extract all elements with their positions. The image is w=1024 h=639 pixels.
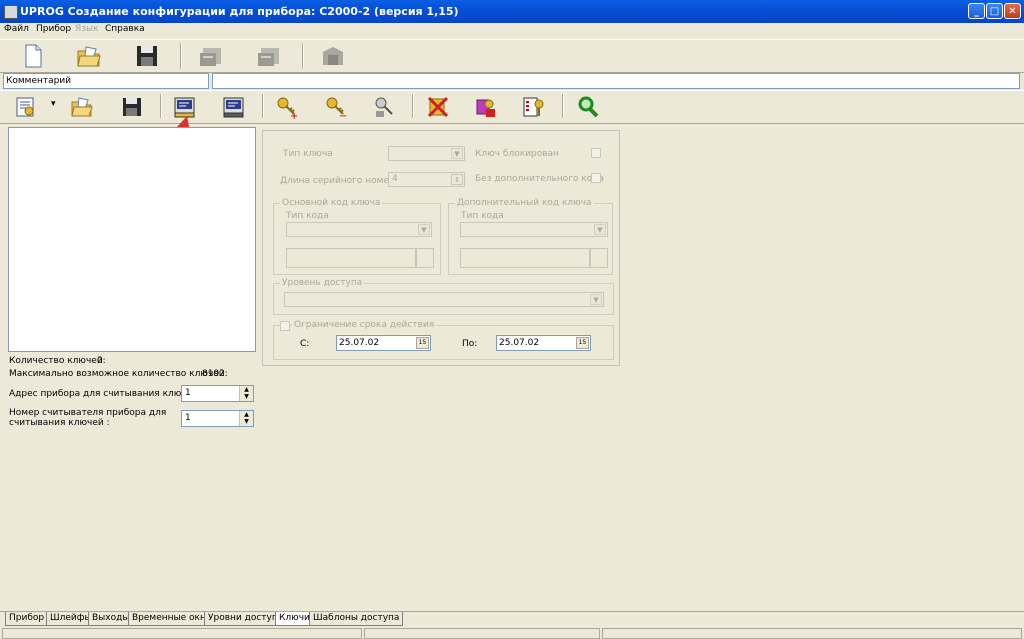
device-address-spinner[interactable]: 1 ▲ ▼ (181, 385, 254, 402)
find-key-icon[interactable] (372, 95, 396, 119)
key-templates-icon[interactable] (474, 95, 498, 119)
device-address-label: Адрес прибора для считывания ключей : (9, 389, 204, 399)
date-from-label: С: (300, 339, 310, 349)
chevron-down-icon: ▼ (594, 224, 606, 235)
status-panel-1 (2, 628, 362, 639)
extra-code-group: Дополнительный код ключа Тип кода ▼ (448, 198, 613, 275)
menu-bar: Файл Прибор Язык Справка (0, 23, 1024, 38)
extra-code-browse-button (590, 248, 608, 268)
extra-code-group-title: Дополнительный код ключа (455, 198, 594, 208)
calendar-icon[interactable]: 15 (576, 337, 589, 349)
tab-time-windows[interactable]: Временные окна (128, 612, 216, 626)
main-toolbar (0, 39, 1024, 73)
comment-row: Комментарий (0, 72, 1024, 90)
spinner-arrows-icon[interactable]: ▲ ▼ (239, 411, 253, 426)
date-to-label: По: (462, 339, 478, 349)
key-settings-icon[interactable] (14, 95, 38, 119)
device-address-value: 1 (185, 388, 191, 398)
max-keys-value: 8192 (202, 369, 225, 379)
write-keys-to-device-icon[interactable] (222, 95, 246, 119)
extra-code-type-select: ▼ (460, 222, 608, 237)
minimize-button[interactable]: _ (968, 3, 985, 19)
add-key-icon[interactable]: + (275, 95, 299, 122)
date-to-picker[interactable]: 25.07.02 15 (496, 335, 591, 351)
window-title: UPROG Создание конфигурации для прибора:… (20, 5, 459, 18)
serial-length-spinner: 4 ⇕ (388, 172, 465, 187)
menu-device[interactable]: Прибор (36, 24, 71, 34)
key-type-select: ▼ (388, 146, 465, 161)
tab-access-templates[interactable]: Шаблоны доступа (309, 612, 404, 626)
expiry-group: Ограничение срока действия С: 25.07.02 1… (273, 320, 614, 360)
reader-number-spinner[interactable]: 1 ▲ ▼ (181, 410, 254, 427)
no-extra-code-checkbox (591, 173, 601, 183)
key-blocked-label: Ключ блокирован (475, 149, 559, 159)
spinner-arrows-icon[interactable]: ▲ ▼ (239, 386, 253, 401)
svg-text:−: − (339, 111, 347, 119)
new-file-icon[interactable] (20, 43, 46, 69)
main-code-group: Основной код ключа Тип кода ▼ (273, 198, 441, 275)
comment-label: Комментарий (6, 76, 72, 86)
title-bar: UPROG Создание конфигурации для прибора:… (0, 0, 1024, 23)
access-level-group-title: Уровень доступа (280, 278, 365, 288)
key-properties-panel: Тип ключа ▼ Ключ блокирован Длина серийн… (262, 130, 620, 366)
key-blocked-checkbox (591, 148, 601, 158)
serial-length-value: 4 (392, 174, 398, 184)
main-code-input (286, 248, 416, 268)
menu-language: Язык (75, 24, 99, 34)
status-panel-2 (364, 628, 600, 639)
max-keys-label: Максимально возможное количество ключей: (9, 369, 228, 379)
no-extra-code-label: Без дополнительного кода (475, 174, 604, 184)
delete-key-icon[interactable]: − (324, 95, 348, 122)
reader-number-label-1: Номер считывателя прибора для (9, 408, 167, 418)
device-icon (320, 43, 346, 69)
key-count-label: Количество ключей: (9, 356, 106, 366)
write-config-icon (256, 43, 282, 69)
main-code-type-label: Тип кода (286, 211, 329, 221)
date-from-picker[interactable]: 25.07.02 15 (336, 335, 431, 351)
maximize-button[interactable]: □ (986, 3, 1003, 19)
tab-outputs[interactable]: Выходы (88, 612, 134, 626)
chevron-down-icon: ▼ (590, 294, 602, 305)
calendar-icon[interactable]: 15 (416, 337, 429, 349)
expiry-checkbox (280, 321, 290, 331)
main-code-type-select: ▼ (286, 222, 432, 237)
tab-bar: Прибор Шлейфы Выходы Временные окна Уров… (0, 611, 1024, 628)
status-bar (0, 627, 1024, 639)
reader-number-label-2: считывания ключей : (9, 418, 110, 428)
extra-code-input (460, 248, 590, 268)
app-icon (4, 5, 18, 19)
chevron-down-icon: ▼ (451, 148, 463, 159)
chevron-down-icon: ▼ (418, 224, 430, 235)
access-level-group: Уровень доступа ▼ (273, 278, 614, 315)
save-icon[interactable] (134, 43, 160, 69)
key-count-value: 0 (97, 356, 103, 366)
serial-length-label: Длина серийного номера (280, 176, 401, 186)
svg-text:+: + (290, 111, 298, 119)
extra-code-type-label: Тип кода (461, 211, 504, 221)
access-level-select: ▼ (284, 292, 604, 307)
main-code-browse-button (416, 248, 434, 268)
date-from-value: 25.07.02 (339, 338, 380, 348)
dropdown-arrow-icon[interactable]: ▾ (51, 99, 56, 109)
key-properties-icon[interactable] (522, 95, 546, 119)
tab-device[interactable]: Прибор (5, 612, 49, 626)
spinner-arrows-icon: ⇕ (451, 174, 463, 185)
read-config-icon (198, 43, 224, 69)
date-to-value: 25.07.02 (499, 338, 540, 348)
status-panel-3 (602, 628, 1022, 639)
menu-file[interactable]: Файл (4, 24, 29, 34)
expiry-label: Ограничение срока действия (292, 320, 437, 330)
open-keys-icon[interactable] (70, 95, 94, 119)
key-type-label: Тип ключа (283, 149, 333, 159)
main-code-group-title: Основной код ключа (280, 198, 383, 208)
comment-label-box: Комментарий (3, 73, 209, 89)
search-icon[interactable] (576, 95, 600, 119)
comment-input[interactable] (212, 73, 1020, 89)
menu-help[interactable]: Справка (105, 24, 145, 34)
open-folder-icon[interactable] (76, 43, 102, 69)
reader-number-value: 1 (185, 413, 191, 423)
clear-keys-icon[interactable] (426, 95, 450, 119)
close-button[interactable]: ✕ (1004, 3, 1021, 19)
key-list[interactable] (8, 127, 256, 352)
